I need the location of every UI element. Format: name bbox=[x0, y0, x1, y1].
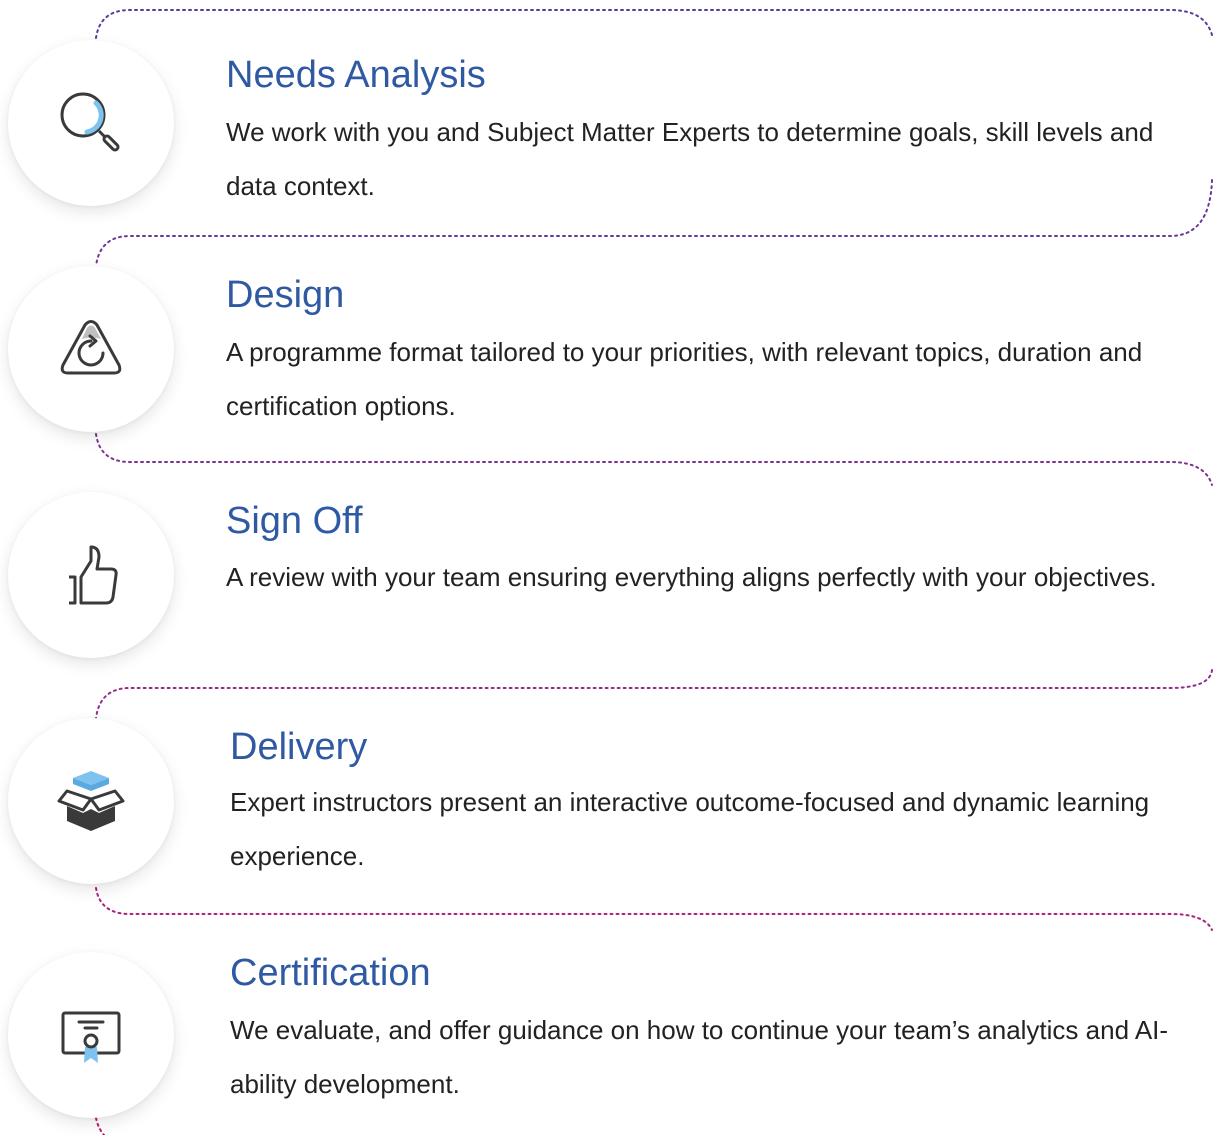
icon-circle bbox=[8, 492, 174, 658]
step-title: Certification bbox=[230, 952, 431, 994]
step-needs-analysis: Needs Analysis We work with you and Subj… bbox=[0, 10, 1214, 236]
icon-circle bbox=[8, 952, 174, 1118]
icon-circle bbox=[8, 40, 174, 206]
step-description: We work with you and Subject Matter Expe… bbox=[226, 117, 1154, 201]
step-sign-off: Sign Off A review with your team ensurin… bbox=[0, 462, 1214, 688]
step-title: Needs Analysis bbox=[226, 54, 486, 96]
step-title: Delivery bbox=[230, 726, 368, 768]
certificate-icon bbox=[61, 1011, 121, 1063]
step-title: Design bbox=[226, 274, 345, 316]
step-design: Design A programme format tailored to yo… bbox=[0, 236, 1214, 462]
step-certification: Certification We evaluate, and offer gui… bbox=[0, 914, 1214, 1140]
step-delivery: Delivery Expert instructors present an i… bbox=[0, 688, 1214, 914]
step-description: A programme format tailored to your prio… bbox=[226, 337, 1143, 421]
open-box-icon bbox=[57, 771, 125, 831]
thumbs-up-icon bbox=[69, 545, 118, 605]
step-description: Expert instructors present an interactiv… bbox=[230, 787, 1150, 871]
magnifier-icon bbox=[60, 92, 120, 152]
design-triangle-icon bbox=[60, 320, 122, 375]
step-description: A review with your team ensuring everyth… bbox=[226, 562, 1157, 592]
icon-circle bbox=[8, 266, 174, 432]
step-description: We evaluate, and offer guidance on how t… bbox=[230, 1015, 1169, 1099]
step-title: Sign Off bbox=[226, 500, 363, 542]
icon-circle bbox=[8, 718, 174, 884]
